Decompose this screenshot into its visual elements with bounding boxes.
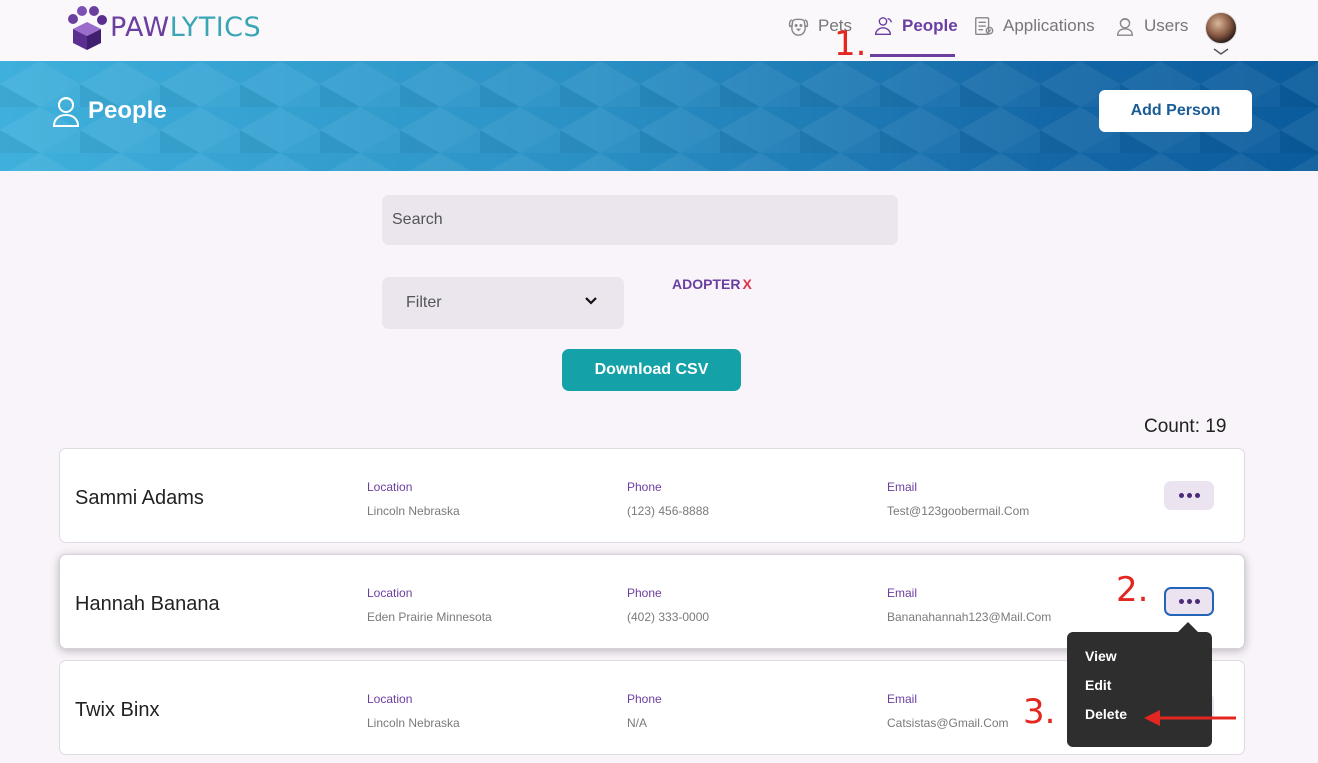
page-title: People xyxy=(52,94,167,128)
more-dots-icon xyxy=(1178,493,1200,498)
phone-value: (402) 333-0000 xyxy=(627,610,710,624)
pawlytics-logo[interactable]: PAWLYTICS xyxy=(66,6,262,50)
menu-item-delete[interactable]: Delete xyxy=(1085,706,1127,722)
annotation-step-1: 1. xyxy=(834,24,867,64)
email-value: Bananahannah123@Mail.Com xyxy=(887,610,1052,624)
search-input[interactable] xyxy=(382,195,898,245)
remove-filter-icon[interactable]: X xyxy=(742,276,751,292)
more-dots-icon xyxy=(1178,599,1200,604)
filter-label: Filter xyxy=(406,294,442,311)
top-navigation: PAWLYTICS Pets People Applications Users xyxy=(0,0,1318,61)
more-options-button[interactable] xyxy=(1164,481,1214,510)
nav-users-label: Users xyxy=(1144,16,1189,35)
active-nav-indicator xyxy=(870,54,955,57)
menu-item-edit[interactable]: Edit xyxy=(1085,677,1111,693)
person-card: Sammi Adams Location Lincoln Nebraska Ph… xyxy=(59,448,1245,543)
filter-tag-adopter: ADOPTER X xyxy=(672,276,752,292)
email-label: Email xyxy=(887,692,918,706)
result-count: Count: 19 xyxy=(1144,416,1227,437)
phone-value: N/A xyxy=(627,716,648,730)
location-label: Location xyxy=(367,480,413,494)
nav-people-label: People xyxy=(902,16,958,35)
location-label: Location xyxy=(367,692,413,706)
paw-cube-icon xyxy=(66,6,108,50)
people-icon xyxy=(874,17,892,35)
annotation-arrow-icon xyxy=(1144,710,1236,726)
person-name: Twix Binx xyxy=(75,699,160,721)
nav-people[interactable]: People xyxy=(872,12,958,40)
location-value: Eden Prairie Minnesota xyxy=(367,610,492,624)
download-csv-button[interactable]: Download CSV xyxy=(562,349,741,391)
user-icon xyxy=(1116,17,1134,36)
application-icon xyxy=(975,17,994,35)
email-label: Email xyxy=(887,586,918,600)
phone-value: (123) 456-8888 xyxy=(627,504,710,518)
person-name: Sammi Adams xyxy=(75,487,204,509)
nav-applications-label: Applications xyxy=(1003,16,1095,35)
phone-label: Phone xyxy=(627,692,662,706)
more-options-button[interactable] xyxy=(1164,587,1214,616)
filter-tag-label: ADOPTER xyxy=(672,276,741,292)
email-label: Email xyxy=(887,480,918,494)
chevron-down-icon xyxy=(585,297,597,305)
location-value: Lincoln Nebraska xyxy=(367,504,460,518)
filter-select[interactable]: Filter xyxy=(382,277,624,329)
annotation-step-3: 3. xyxy=(1023,692,1056,732)
dog-icon xyxy=(788,18,809,36)
nav-applications[interactable]: Applications xyxy=(973,12,1095,40)
email-value: Catsistas@Gmail.Com xyxy=(887,716,1009,730)
annotation-step-2: 2. xyxy=(1116,570,1149,610)
person-icon xyxy=(52,97,80,127)
email-value: Test@123goobermail.Com xyxy=(887,504,1030,518)
page-banner: People Add Person xyxy=(0,61,1318,171)
nav-users[interactable]: Users xyxy=(1114,12,1188,40)
location-value: Lincoln Nebraska xyxy=(367,716,460,730)
location-label: Location xyxy=(367,586,413,600)
options-menu: View Edit Delete xyxy=(1067,632,1212,747)
user-avatar[interactable] xyxy=(1205,12,1237,44)
phone-label: Phone xyxy=(627,480,662,494)
menu-item-view[interactable]: View xyxy=(1085,648,1117,664)
add-person-button[interactable]: Add Person xyxy=(1099,90,1252,132)
person-name: Hannah Banana xyxy=(75,593,220,615)
logo-text: PAWLYTICS xyxy=(110,11,262,43)
page-title-text: People xyxy=(88,97,167,124)
menu-caret xyxy=(1178,622,1198,632)
chevron-down-icon[interactable] xyxy=(1213,48,1229,56)
phone-label: Phone xyxy=(627,586,662,600)
